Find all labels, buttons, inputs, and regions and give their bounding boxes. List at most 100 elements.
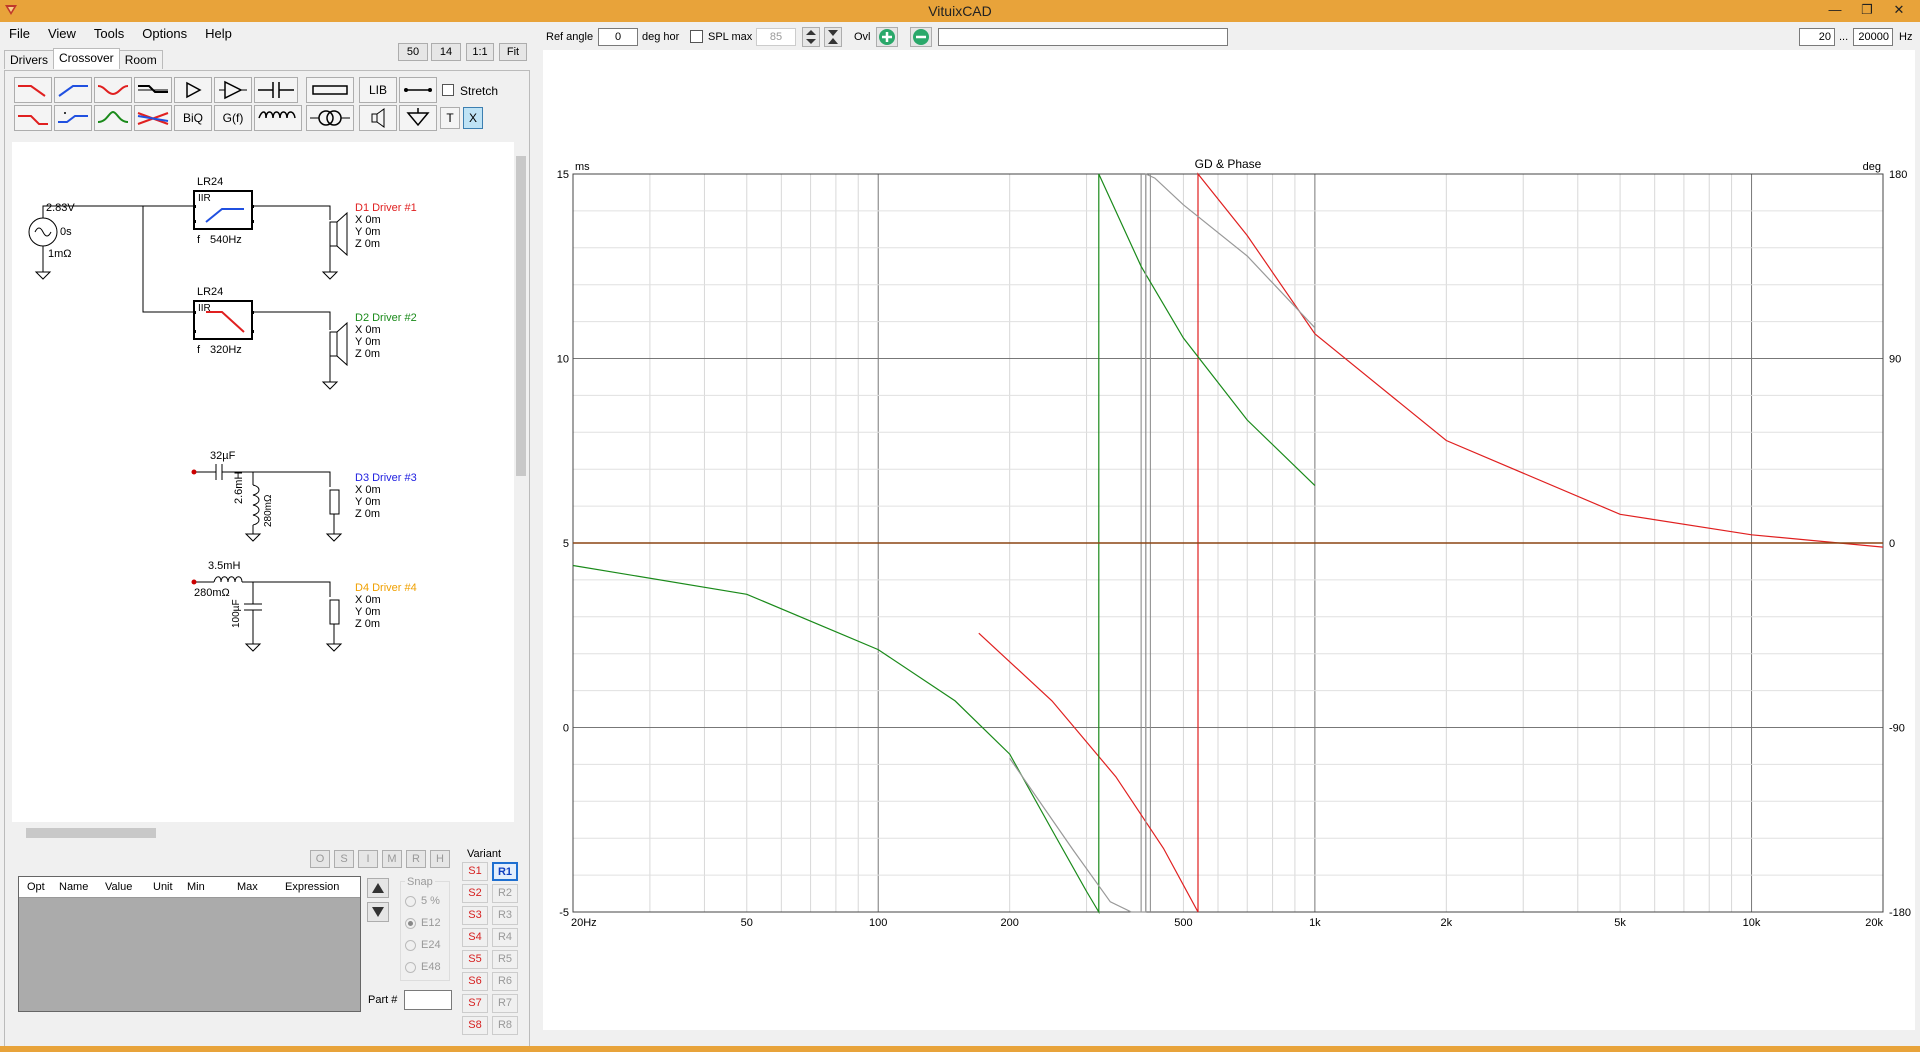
menu-tools[interactable]: Tools (85, 24, 133, 43)
add-overlay-button[interactable] (876, 27, 898, 47)
variant-s3-button[interactable]: S3 (462, 906, 488, 925)
variant-r5-button[interactable]: R5 (492, 950, 518, 969)
x-tick-label: 200 (1000, 917, 1018, 929)
text-button[interactable]: T (440, 107, 460, 129)
highpass-2nd-button[interactable] (54, 105, 92, 131)
library-button[interactable]: LIB (359, 77, 397, 103)
variant-r1-button[interactable]: R1 (492, 862, 518, 881)
spl-updown-button[interactable] (802, 27, 820, 47)
lowpass-1st-button[interactable] (14, 77, 52, 103)
menu-options[interactable]: Options (133, 24, 196, 43)
minimize-icon[interactable]: — (1820, 0, 1850, 20)
close-icon[interactable]: ✕ (1884, 0, 1914, 20)
spl-max-label: SPL max (708, 31, 753, 43)
column-min[interactable]: Min (187, 881, 205, 893)
capacitor-button[interactable] (254, 77, 298, 103)
zoom-1-1-button[interactable]: 1:1 (466, 43, 494, 61)
gain-amp-button[interactable] (214, 77, 252, 103)
overlay-input[interactable] (938, 28, 1228, 46)
snap-e24-radio[interactable] (405, 940, 416, 951)
resistor-button[interactable] (306, 77, 354, 103)
variant-s6-button[interactable]: S6 (462, 972, 488, 991)
spl-max-input[interactable] (756, 28, 796, 46)
bandpass-button[interactable] (94, 77, 132, 103)
schematic-vertical-scrollbar[interactable] (514, 142, 528, 822)
allpass-button[interactable] (134, 105, 172, 131)
column-unit[interactable]: Unit (153, 881, 173, 893)
parts-r-button[interactable]: R (406, 850, 426, 868)
part-number-input[interactable] (404, 990, 452, 1010)
variant-s4-button[interactable]: S4 (462, 928, 488, 947)
menu-file[interactable]: File (0, 24, 39, 43)
inductor-button[interactable] (254, 105, 302, 131)
snap-e48-radio[interactable] (405, 962, 416, 973)
freq-min-input[interactable] (1799, 28, 1835, 46)
menu-view[interactable]: View (39, 24, 85, 43)
variant-r8-button[interactable]: R8 (492, 1016, 518, 1035)
variant-s7-button[interactable]: S7 (462, 994, 488, 1013)
move-up-button[interactable] (367, 878, 389, 898)
y-right-tick-label: 90 (1889, 354, 1901, 366)
column-value[interactable]: Value (105, 881, 132, 893)
tab-crossover[interactable]: Crossover (53, 48, 120, 69)
horizontal-scroll-thumb[interactable] (26, 828, 156, 838)
tab-drivers[interactable]: Drivers (4, 50, 54, 69)
variant-r6-button[interactable]: R6 (492, 972, 518, 991)
zoom-50-button[interactable]: 50 (398, 43, 428, 61)
collapse-button[interactable] (824, 27, 842, 47)
column-opt[interactable]: Opt (27, 881, 45, 893)
ground-button[interactable] (399, 105, 437, 131)
variant-r3-button[interactable]: R3 (492, 906, 518, 925)
gain-function-button[interactable]: G(f) (214, 105, 252, 131)
variant-s5-button[interactable]: S5 (462, 950, 488, 969)
highpass-1st-button[interactable] (54, 77, 92, 103)
graph-panel[interactable]: GD & Phase ms deg 15 10 5 0 -5 180 90 0 -90 -180 20Hz… (543, 50, 1915, 1030)
variant-s1-button[interactable]: S1 (462, 862, 488, 881)
shelf-button[interactable] (134, 77, 172, 103)
column-name[interactable]: Name (59, 881, 88, 893)
spl-max-checkbox[interactable] (690, 30, 703, 43)
schematic-horizontal-scrollbar[interactable] (12, 826, 514, 840)
biquad-button[interactable]: BiQ (174, 105, 212, 131)
peak-filter-button[interactable] (94, 105, 132, 131)
driver2-name[interactable]: D2 Driver #2 (355, 312, 417, 324)
parts-s-button[interactable]: S (334, 850, 354, 868)
parts-table[interactable]: Opt Name Value Unit Min Max Expression (18, 876, 361, 1012)
column-expression[interactable]: Expression (285, 881, 339, 893)
schematic-canvas[interactable]: 2.83V 0s 1mΩ LR24 IIR f 540Hz LR24 IIR f… (12, 142, 526, 822)
transformer-button[interactable] (306, 105, 354, 131)
variant-s8-button[interactable]: S8 (462, 1016, 488, 1035)
ref-angle-input[interactable] (598, 28, 638, 46)
buffer-amp-button[interactable] (174, 77, 212, 103)
snap-e24-label: E24 (421, 939, 441, 951)
restore-icon[interactable]: ❐ (1852, 0, 1882, 20)
variant-r4-button[interactable]: R4 (492, 928, 518, 947)
lowpass-2nd-button[interactable] (14, 105, 52, 131)
driver4-name[interactable]: D4 Driver #4 (355, 582, 417, 594)
snap-5pct-radio[interactable] (405, 896, 416, 907)
variant-r2-button[interactable]: R2 (492, 884, 518, 903)
parts-i-button[interactable]: I (358, 850, 378, 868)
tab-room[interactable]: Room (118, 50, 163, 69)
crossing-button[interactable]: X (463, 107, 483, 129)
driver1-name[interactable]: D1 Driver #1 (355, 202, 417, 214)
zoom-14-button[interactable]: 14 (431, 43, 461, 61)
column-max[interactable]: Max (237, 881, 258, 893)
parts-h-button[interactable]: H (430, 850, 450, 868)
wire-button[interactable] (399, 77, 437, 103)
driver-button[interactable] (359, 105, 397, 131)
remove-overlay-button[interactable] (910, 27, 932, 47)
menu-help[interactable]: Help (196, 24, 241, 43)
vertical-scroll-thumb[interactable] (516, 156, 526, 476)
snap-e12-radio[interactable] (405, 918, 416, 929)
variant-r7-button[interactable]: R7 (492, 994, 518, 1013)
schematic-drawing (28, 190, 348, 652)
freq-max-input[interactable] (1853, 28, 1893, 46)
variant-s2-button[interactable]: S2 (462, 884, 488, 903)
driver3-name[interactable]: D3 Driver #3 (355, 472, 417, 484)
parts-m-button[interactable]: M (382, 850, 402, 868)
zoom-fit-button[interactable]: Fit (499, 43, 527, 61)
move-down-button[interactable] (367, 902, 389, 922)
stretch-checkbox[interactable] (442, 84, 454, 96)
parts-o-button[interactable]: O (310, 850, 330, 868)
